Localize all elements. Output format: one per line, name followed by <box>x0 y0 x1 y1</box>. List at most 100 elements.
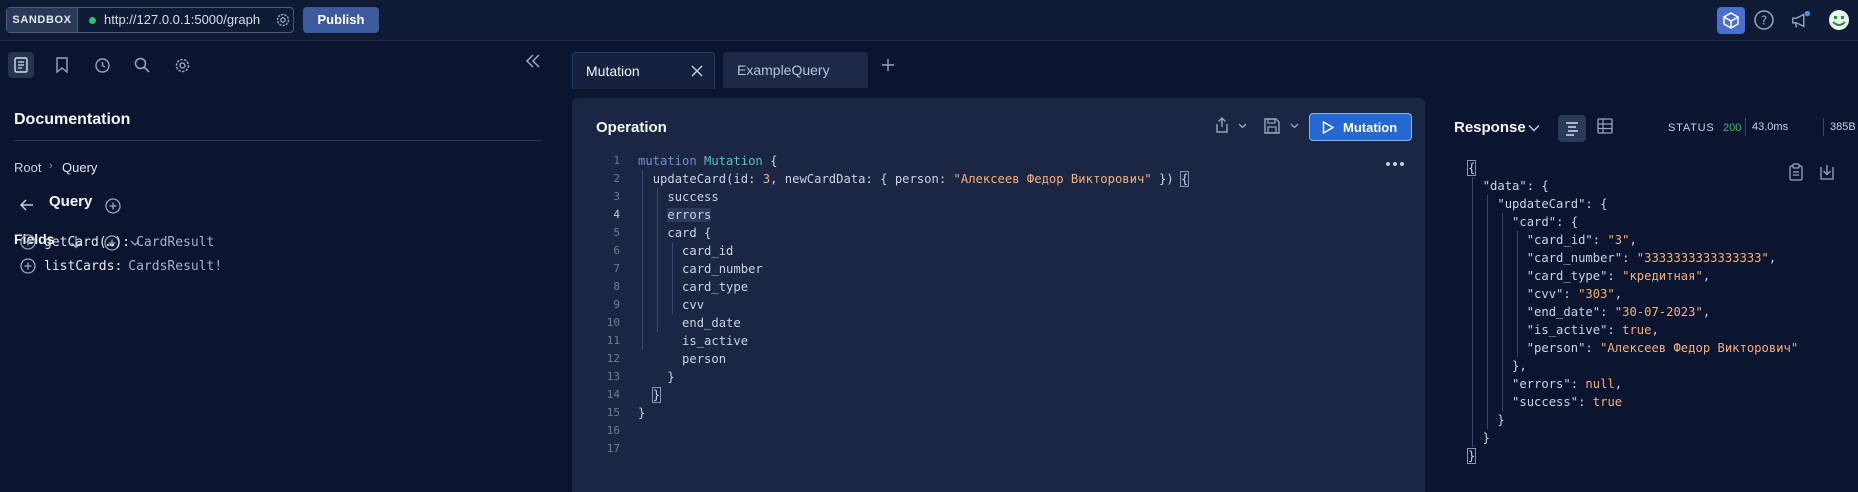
field-row-listcards[interactable]: listCards: CardsResult! <box>20 256 222 276</box>
line-number: 12 <box>606 352 620 365</box>
chevron-down-icon[interactable] <box>1528 124 1540 132</box>
divider <box>1823 118 1824 136</box>
response-title[interactable]: Response <box>1454 119 1526 136</box>
add-field-plus-icon[interactable] <box>20 258 36 274</box>
help-icon[interactable]: ? <box>1753 9 1775 31</box>
history-icon[interactable] <box>89 52 115 78</box>
breadcrumb-root[interactable]: Root <box>14 160 41 175</box>
json-line: "card_id": "3", <box>1526 233 1637 247</box>
tab-label: Mutation <box>586 63 640 79</box>
breadcrumb-chevron-icon: › <box>49 160 53 172</box>
code-line: card { <box>667 226 712 240</box>
collapse-panel-chevrons-icon[interactable] <box>524 53 542 69</box>
status-code: 200 <box>1723 122 1742 134</box>
add-tab-plus-icon[interactable] <box>881 58 895 72</box>
code-line: card_id <box>682 244 734 258</box>
add-query-plus-icon[interactable] <box>105 198 121 214</box>
more-options-icon[interactable] <box>1385 161 1405 167</box>
connection-status-dot <box>89 17 96 24</box>
code-line: card_number <box>682 262 763 276</box>
response-size: 385B <box>1830 121 1856 133</box>
publish-button[interactable]: Publish <box>303 7 379 33</box>
tab-mutation[interactable]: Mutation <box>572 52 715 89</box>
breadcrumb-query: Query <box>62 160 98 175</box>
table-view-toggle-icon[interactable] <box>1596 117 1614 135</box>
json-line: "success": true <box>1512 395 1623 409</box>
field-type[interactable]: CardResult <box>136 235 214 250</box>
tab-examplequery[interactable]: ExampleQuery <box>723 52 868 88</box>
back-arrow-icon[interactable] <box>20 199 34 211</box>
code-line: card_type <box>682 280 749 294</box>
endpoint-url-input[interactable]: http://127.0.0.1:5000/graph <box>104 8 272 32</box>
endpoint-settings-gear-icon[interactable] <box>275 12 291 28</box>
json-line: "data": { <box>1482 179 1549 193</box>
line-number: 9 <box>613 298 620 311</box>
response-time: 43.0ms <box>1752 121 1789 133</box>
code-line: } <box>667 370 675 384</box>
code-line: is_active <box>682 334 749 348</box>
code-line: } <box>638 406 646 420</box>
field-name[interactable]: getCard(…): <box>44 235 130 250</box>
divider <box>14 140 541 141</box>
line-number: 14 <box>606 388 620 401</box>
json-view-toggle-icon[interactable] <box>1558 115 1586 142</box>
share-icon[interactable] <box>1212 116 1252 136</box>
line-number: 16 <box>606 424 620 437</box>
line-number: 6 <box>613 244 620 257</box>
add-field-plus-icon[interactable] <box>20 234 36 250</box>
line-number-gutter: 1 2 3 4 5 6 7 8 9 10 11 12 13 14 15 16 1… <box>590 152 620 458</box>
line-number: 10 <box>606 316 620 329</box>
explorer-cube-icon[interactable] <box>1717 7 1745 34</box>
documentation-tab-icon[interactable] <box>8 52 34 78</box>
search-icon[interactable] <box>129 52 155 78</box>
line-number: 5 <box>613 226 620 239</box>
download-icon[interactable] <box>1819 163 1835 181</box>
documentation-panel: Documentation Root › Query Query Fields … <box>0 41 571 492</box>
code-line: person <box>682 352 727 366</box>
json-line: "end_date": "30-07-2023", <box>1526 305 1711 319</box>
json-line: "card_number": "3333333333333333", <box>1526 251 1777 265</box>
json-line: } <box>1468 413 1505 427</box>
code-editor[interactable]: mutation Mutation { updateCard(id: 3, ne… <box>638 152 1190 458</box>
bookmark-icon[interactable] <box>49 52 75 78</box>
settings-gear-icon[interactable] <box>169 52 195 78</box>
field-type[interactable]: CardsResult! <box>128 259 222 274</box>
close-tab-icon[interactable] <box>690 64 704 78</box>
code-line: } <box>651 387 662 403</box>
code-line: end_date <box>682 316 741 330</box>
save-icon[interactable] <box>1262 116 1304 136</box>
line-number: 1 <box>613 154 620 167</box>
query-type-heading: Query <box>49 193 93 210</box>
documentation-title: Documentation <box>14 111 131 128</box>
announcements-megaphone-icon[interactable] <box>1790 9 1812 31</box>
json-line: }, <box>1468 359 1527 373</box>
response-json[interactable]: { "data": { "updateCard": { "card": { "c… <box>1466 159 1799 465</box>
code-line: updateCard(id: 3, newCardData: { person:… <box>652 171 1190 187</box>
field-name[interactable]: listCards: <box>44 259 122 274</box>
code-line: success <box>667 190 719 204</box>
json-line: "card_type": "кредитная", <box>1526 269 1711 283</box>
json-line: } <box>1468 431 1491 445</box>
line-number: 11 <box>606 334 620 347</box>
endpoint-selector[interactable]: SANDBOX http://127.0.0.1:5000/graph <box>6 7 294 33</box>
line-number: 4 <box>613 208 620 221</box>
status-label: STATUS <box>1668 122 1715 134</box>
line-number: 13 <box>606 370 620 383</box>
left-toolbar <box>0 41 571 89</box>
run-mutation-button[interactable]: Mutation <box>1309 113 1412 141</box>
field-row-getcard[interactable]: getCard(…): CardResult <box>20 232 214 252</box>
json-line: } <box>1466 448 1477 464</box>
line-number: 2 <box>613 172 620 185</box>
json-line: "cvv": "303", <box>1526 287 1623 301</box>
json-line: { <box>1466 160 1477 176</box>
line-number: 17 <box>606 442 620 455</box>
json-line: "errors": null, <box>1512 377 1623 391</box>
line-number: 15 <box>606 406 620 419</box>
line-number: 7 <box>613 262 620 275</box>
user-avatar-icon[interactable] <box>1828 9 1850 31</box>
json-line: "updateCard": { <box>1497 197 1608 211</box>
json-line: "person": "Алексеев Федор Викторович" <box>1526 341 1799 355</box>
top-bar: SANDBOX http://127.0.0.1:5000/graph Publ… <box>0 0 1858 41</box>
